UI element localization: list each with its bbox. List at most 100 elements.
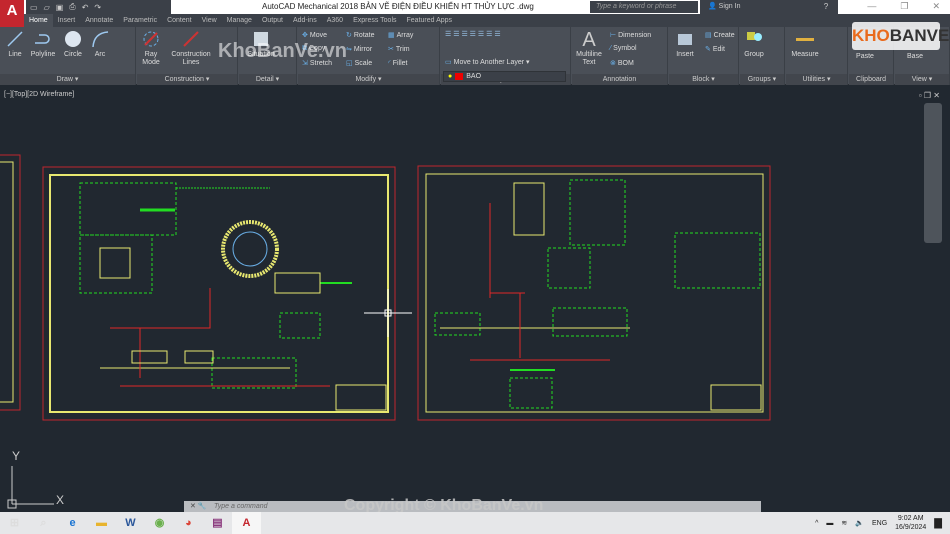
- tray-chevron-icon[interactable]: ^: [815, 520, 818, 527]
- tab-parametric[interactable]: Parametric: [118, 14, 162, 27]
- fillet-button[interactable]: ◜ Fillet: [388, 59, 408, 67]
- panel-utilities: Measure Utilities ▾: [786, 27, 848, 85]
- group-button[interactable]: Group: [742, 29, 766, 59]
- construction-panel-label[interactable]: Construction ▾: [137, 74, 237, 85]
- search-icon[interactable]: ⌕: [29, 512, 58, 534]
- wifi-icon[interactable]: ≋: [841, 519, 847, 527]
- undo-icon[interactable]: ↶: [82, 3, 89, 12]
- search-input[interactable]: Type a keyword or phrase: [590, 1, 698, 13]
- winrar-icon[interactable]: ▤: [203, 512, 232, 534]
- tab-content[interactable]: Content: [162, 14, 197, 27]
- notification-icon[interactable]: ▇: [934, 518, 942, 529]
- tab-a360[interactable]: A360: [322, 14, 348, 27]
- windows-start-icon[interactable]: ⊞: [0, 512, 29, 534]
- partial-left-frame: [0, 154, 21, 411]
- open-icon[interactable]: ▱: [44, 3, 50, 12]
- array-button[interactable]: ▦ Array: [388, 31, 413, 39]
- view-panel-label[interactable]: View ▾: [895, 74, 949, 85]
- insert-label: Insert: [676, 51, 694, 58]
- panel-block: Insert ▤ Create ✎ Edit Block ▾: [669, 27, 739, 85]
- chrome-icon[interactable]: ◕: [174, 512, 203, 534]
- tab-annotate[interactable]: Annotate: [80, 14, 118, 27]
- layer-color-swatch: [455, 72, 464, 80]
- create-block-button[interactable]: ▤ Create: [705, 31, 735, 39]
- dimension-button[interactable]: ⊢ Dimension: [610, 31, 651, 39]
- move-icon: ✥: [302, 32, 308, 39]
- language-indicator[interactable]: ENG: [872, 520, 887, 527]
- clock[interactable]: 9:02 AM 16/9/2024: [895, 514, 926, 532]
- multiline-text-button[interactable]: A Multiline Text: [574, 29, 604, 67]
- groups-panel-label[interactable]: Groups ▾: [740, 74, 784, 85]
- quick-access-toolbar[interactable]: ▭ ▱ ▣ ⎙ ↶ ↷: [26, 0, 171, 14]
- move-label: Move: [309, 32, 327, 39]
- ribbon: Line Polyline Circle Arc Draw ▾ Ray Mode…: [0, 27, 950, 85]
- tab-express-tools[interactable]: Express Tools: [348, 14, 401, 27]
- construction-lines-button[interactable]: Construction Lines: [167, 29, 215, 67]
- save-icon[interactable]: ▣: [56, 3, 64, 12]
- tab-featured-apps[interactable]: Featured Apps: [402, 14, 458, 27]
- drawing-sheet-1: [42, 166, 396, 421]
- sign-in-button[interactable]: 👤 Sign In: [700, 0, 815, 14]
- drawing-canvas[interactable]: Y X: [0, 88, 950, 512]
- insert-button[interactable]: Insert: [673, 29, 697, 59]
- tab-output[interactable]: Output: [257, 14, 288, 27]
- utilities-panel-label[interactable]: Utilities ▾: [786, 74, 847, 85]
- modify-panel-label[interactable]: Modify ▾: [298, 74, 439, 85]
- tab-manage[interactable]: Manage: [222, 14, 257, 27]
- tab-view[interactable]: View: [197, 14, 222, 27]
- block-panel-label[interactable]: Block ▾: [669, 74, 738, 85]
- tab-insert[interactable]: Insert: [53, 14, 81, 27]
- move-button[interactable]: ✥ Move: [302, 31, 327, 39]
- print-icon[interactable]: ⎙: [69, 2, 75, 12]
- rotate-button[interactable]: ↻ Rotate: [346, 31, 375, 39]
- annotation-panel-label: Annotation: [572, 74, 667, 85]
- scale-button[interactable]: ◱ Scale: [346, 59, 372, 67]
- volume-icon[interactable]: 🔈: [855, 519, 864, 527]
- arc-button[interactable]: Arc: [89, 29, 111, 59]
- minimize-icon[interactable]: —: [867, 1, 876, 12]
- help-icon[interactable]: ?: [814, 0, 838, 14]
- bom-button[interactable]: ⊗ BOM: [610, 59, 634, 67]
- command-input[interactable]: Type a command: [214, 503, 268, 510]
- redo-icon[interactable]: ↷: [94, 3, 101, 12]
- restore-icon[interactable]: ❐: [900, 1, 908, 12]
- paste-label: Paste: [856, 53, 874, 60]
- edit-block-button[interactable]: ✎ Edit: [705, 45, 725, 53]
- move-to-layer-label: Move to Another Layer: [453, 59, 525, 66]
- base-view-button[interactable]: Base: [903, 53, 927, 61]
- move-to-layer-button[interactable]: ▭ Move to Another Layer ▾: [445, 58, 530, 66]
- mirror-button[interactable]: ⇋ Mirror: [346, 45, 372, 53]
- ray-mode-button[interactable]: Ray Mode: [140, 29, 162, 67]
- line-button[interactable]: Line: [5, 29, 25, 59]
- tab-home[interactable]: Home: [24, 14, 53, 27]
- autocad-taskbar-icon[interactable]: A: [232, 512, 261, 534]
- coccoc-icon[interactable]: ◉: [145, 512, 174, 534]
- battery-icon[interactable]: ▬: [826, 520, 833, 527]
- tab-add-ins[interactable]: Add-ins: [288, 14, 322, 27]
- file-explorer-icon[interactable]: ▬: [87, 512, 116, 534]
- word-icon[interactable]: W: [116, 512, 145, 534]
- edge-icon[interactable]: e: [58, 512, 87, 534]
- detail-panel-label[interactable]: Detail ▾: [239, 74, 296, 85]
- symbol-button[interactable]: ⁄ Symbol: [610, 45, 637, 52]
- layer-tools-icons[interactable]: ☰ ☰ ☰ ☰ ☰ ☰ ☰: [445, 30, 501, 38]
- measure-button[interactable]: Measure: [790, 29, 820, 59]
- close-icon[interactable]: ✕: [932, 1, 940, 12]
- title-bar: ▭ ▱ ▣ ⎙ ↶ ↷ AutoCAD Mechanical 2018 BẢN VẼ ĐI…: [0, 0, 950, 14]
- window-title: AutoCAD Mechanical 2018 BẢN VẼ ĐIỆN ĐIỀU…: [262, 2, 534, 11]
- paste-button[interactable]: Paste: [853, 53, 877, 61]
- text-icon: A: [582, 29, 596, 51]
- dimension-label: Dimension: [618, 32, 652, 39]
- arc-label: Arc: [94, 51, 106, 58]
- new-icon[interactable]: ▭: [30, 3, 38, 12]
- construction-lines-label: Construction Lines: [171, 51, 211, 66]
- navigation-bar[interactable]: [924, 103, 942, 243]
- circle-button[interactable]: Circle: [61, 29, 85, 59]
- layer-dropdown[interactable]: ● BAO: [443, 71, 566, 82]
- polyline-button[interactable]: Polyline: [28, 29, 58, 59]
- measure-icon: [796, 38, 814, 41]
- trim-button[interactable]: ✂ Trim: [388, 45, 410, 53]
- draw-panel-label[interactable]: Draw ▾: [0, 74, 135, 85]
- application-menu-button[interactable]: A: [0, 0, 24, 27]
- measure-label: Measure: [791, 51, 819, 58]
